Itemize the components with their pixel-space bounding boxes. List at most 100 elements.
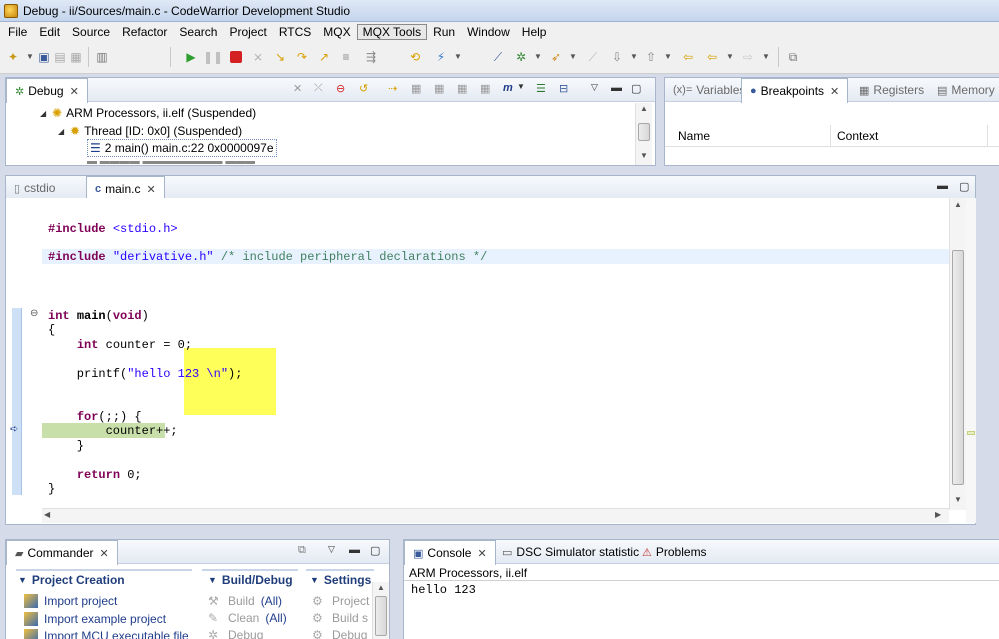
close-icon[interactable]: ✕ (70, 85, 79, 98)
chevron-down-icon[interactable]: ▼ (722, 49, 738, 65)
stack-icon[interactable]: ▦ (480, 82, 490, 95)
scroll-right-icon[interactable]: ▶ (935, 510, 941, 519)
clean-all-link[interactable]: ✎ Clean (All) (208, 611, 287, 625)
restart-icon[interactable]: ↺ (359, 82, 368, 95)
menu-file[interactable]: File (2, 24, 33, 40)
build-all-link[interactable]: ⚒ Build (All) (208, 594, 282, 608)
editor-scrollbar-horizontal[interactable]: ◀ ▶ (42, 508, 949, 523)
commander-scrollbar[interactable]: ▲ (372, 582, 389, 639)
tab-cstdio[interactable]: ▯ cstdio (6, 176, 63, 200)
save-icon[interactable]: ▣ (36, 49, 52, 65)
minimize-icon[interactable]: ▬ (937, 180, 948, 192)
menu-source[interactable]: Source (66, 24, 116, 40)
list-icon[interactable]: ☰ (536, 82, 546, 95)
drop-to-frame-icon[interactable]: ⇶ (363, 49, 379, 65)
resume-icon[interactable]: ▶ (183, 49, 199, 65)
build-settings-link[interactable]: ⚙ Build s (312, 611, 372, 625)
print-icon[interactable]: ▦ (68, 49, 84, 65)
view-menu-icon[interactable]: ▽ (328, 544, 335, 555)
last-edit-icon[interactable]: ⇦ (680, 49, 696, 65)
expanded-icon[interactable]: ▼ (208, 575, 217, 585)
menu-mqx-tools[interactable]: MQX Tools (356, 23, 428, 40)
chevron-down-icon[interactable]: ▼ (758, 49, 774, 65)
editor-scrollbar-vertical[interactable]: ▲ ▼ (949, 198, 966, 510)
chevron-down-icon[interactable]: ▼ (517, 82, 525, 91)
section-settings[interactable]: ▼ Settings (310, 573, 371, 587)
terminate-relaunch-icon[interactable]: ⊖ (336, 82, 345, 95)
remove-terminated-icon[interactable]: ✕ (293, 82, 302, 95)
binary-icon[interactable]: ▥ (94, 49, 110, 65)
instruction-step-icon[interactable]: ≡ (338, 49, 354, 65)
debug-settings-link[interactable]: ⚙ Debug (312, 628, 372, 639)
project-settings-link[interactable]: ⚙ Project (312, 594, 372, 608)
disconnect-icon[interactable]: ⨯ (250, 49, 266, 65)
maximize-icon[interactable]: ▢ (959, 180, 969, 193)
scroll-thumb[interactable] (952, 250, 964, 485)
debug-view-scrollbar[interactable]: ▲ ▼ (635, 103, 652, 165)
column-name[interactable]: Name (678, 129, 710, 143)
save-all-icon[interactable]: ▤ (52, 49, 68, 65)
suspend-icon[interactable]: ❚❚ (203, 49, 223, 65)
section-project-creation[interactable]: ▼ Project Creation (18, 573, 125, 587)
tab-problems[interactable]: ⚠ Problems (634, 540, 715, 564)
menu-search[interactable]: Search (173, 24, 223, 40)
prev-annotation-icon[interactable]: ⇧ (643, 49, 659, 65)
close-icon[interactable]: ✕ (477, 547, 486, 560)
chevron-down-icon[interactable]: ▼ (660, 49, 676, 65)
view-menu-icon[interactable]: ▽ (591, 82, 598, 93)
tree-item-stack-frame[interactable]: ☰ 2 main() main.c:22 0x0000097e (87, 139, 277, 157)
tab-dsc-simulator-statistic[interactable]: ▭ DSC Simulator statistic (494, 540, 647, 564)
terminate-icon[interactable] (228, 49, 244, 65)
minimize-icon[interactable]: ▬ (349, 544, 360, 556)
section-build-debug[interactable]: ▼ Build/Debug (208, 573, 293, 587)
flash-icon[interactable]: ⚡ (433, 49, 449, 65)
stack-icon[interactable]: ▦ (411, 82, 421, 95)
tab-registers[interactable]: ▦ Registers (851, 78, 932, 102)
close-icon[interactable]: ✕ (146, 183, 155, 196)
scroll-left-icon[interactable]: ◀ (44, 510, 50, 519)
code-editor[interactable]: ⊖ ➪ #include <stdio.h> #include "derivat… (6, 198, 966, 523)
tab-console[interactable]: ▣ Console ✕ (404, 540, 496, 565)
menu-run[interactable]: Run (427, 24, 461, 40)
step-over-icon[interactable]: ↷ (294, 49, 310, 65)
close-icon[interactable]: ✕ (100, 547, 109, 560)
disconnect-icon[interactable]: ⤫ (314, 82, 323, 95)
menu-help[interactable]: Help (516, 24, 553, 40)
next-annotation-icon[interactable]: ⇩ (609, 49, 625, 65)
back-icon[interactable]: ⇦ (704, 49, 720, 65)
tab-breakpoints[interactable]: ● Breakpoints ✕ (741, 78, 849, 103)
skip-breakpoints-icon[interactable]: ⟋ (490, 49, 506, 65)
expanded-icon[interactable]: ▼ (18, 575, 27, 585)
scroll-up-icon[interactable]: ▲ (954, 200, 962, 209)
import-example-project-link[interactable]: Import example project (24, 612, 166, 626)
menu-rtcs[interactable]: RTCS (273, 24, 317, 40)
new-icon[interactable]: ✦ (5, 49, 21, 65)
run-icon[interactable]: ➶ (548, 49, 564, 65)
collapse-icon[interactable]: ⊟ (559, 82, 568, 95)
tree-item-process[interactable]: ◢ ✺ ARM Processors, ii.elf (Suspended) (40, 104, 256, 122)
scroll-thumb[interactable] (638, 123, 650, 141)
open-icon[interactable]: ⧉ (298, 544, 306, 557)
scroll-down-icon[interactable]: ▼ (640, 151, 648, 160)
menu-project[interactable]: Project (223, 24, 272, 40)
stack-icon[interactable]: ▦ (434, 82, 444, 95)
minimize-icon[interactable]: ▬ (611, 82, 622, 94)
chevron-down-icon[interactable]: ▼ (565, 49, 581, 65)
expanded-icon[interactable]: ▼ (310, 575, 319, 585)
chevron-down-icon[interactable]: ▼ (530, 49, 546, 65)
debug-link[interactable]: ✲ Debug (208, 628, 263, 639)
connect-icon[interactable]: ⟲ (407, 49, 423, 65)
menu-mqx[interactable]: MQX (317, 24, 356, 40)
menu-edit[interactable]: Edit (33, 24, 66, 40)
scroll-up-icon[interactable]: ▲ (377, 583, 385, 592)
step-icon[interactable]: ⇢ (388, 82, 397, 95)
scroll-up-icon[interactable]: ▲ (640, 104, 648, 113)
maximize-icon[interactable]: ▢ (370, 544, 380, 557)
console-output[interactable]: hello 123 (411, 583, 476, 597)
chevron-down-icon[interactable]: ▼ (626, 49, 642, 65)
stack-icon[interactable]: ▦ (457, 82, 467, 95)
import-project-link[interactable]: Import project (24, 594, 117, 608)
menu-refactor[interactable]: Refactor (116, 24, 173, 40)
expanded-icon[interactable]: ◢ (58, 127, 66, 136)
tab-debug[interactable]: ✲ Debug ✕ (6, 78, 88, 103)
